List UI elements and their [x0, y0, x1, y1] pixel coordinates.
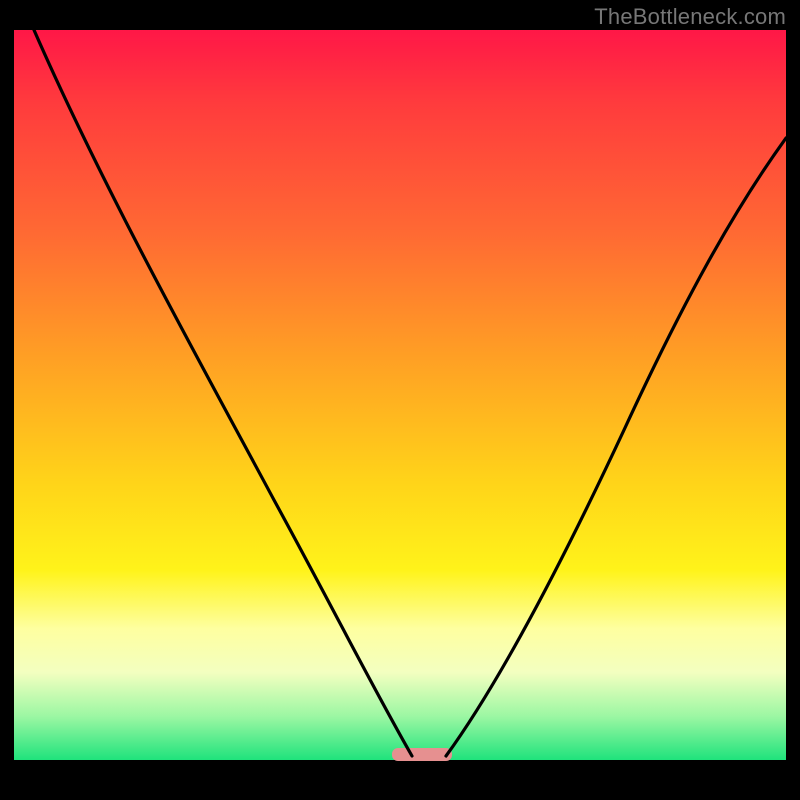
bottleneck-marker: [392, 748, 452, 761]
chart-gradient-background: [14, 30, 786, 760]
watermark-text: TheBottleneck.com: [594, 4, 786, 30]
chart-frame: [14, 30, 786, 786]
